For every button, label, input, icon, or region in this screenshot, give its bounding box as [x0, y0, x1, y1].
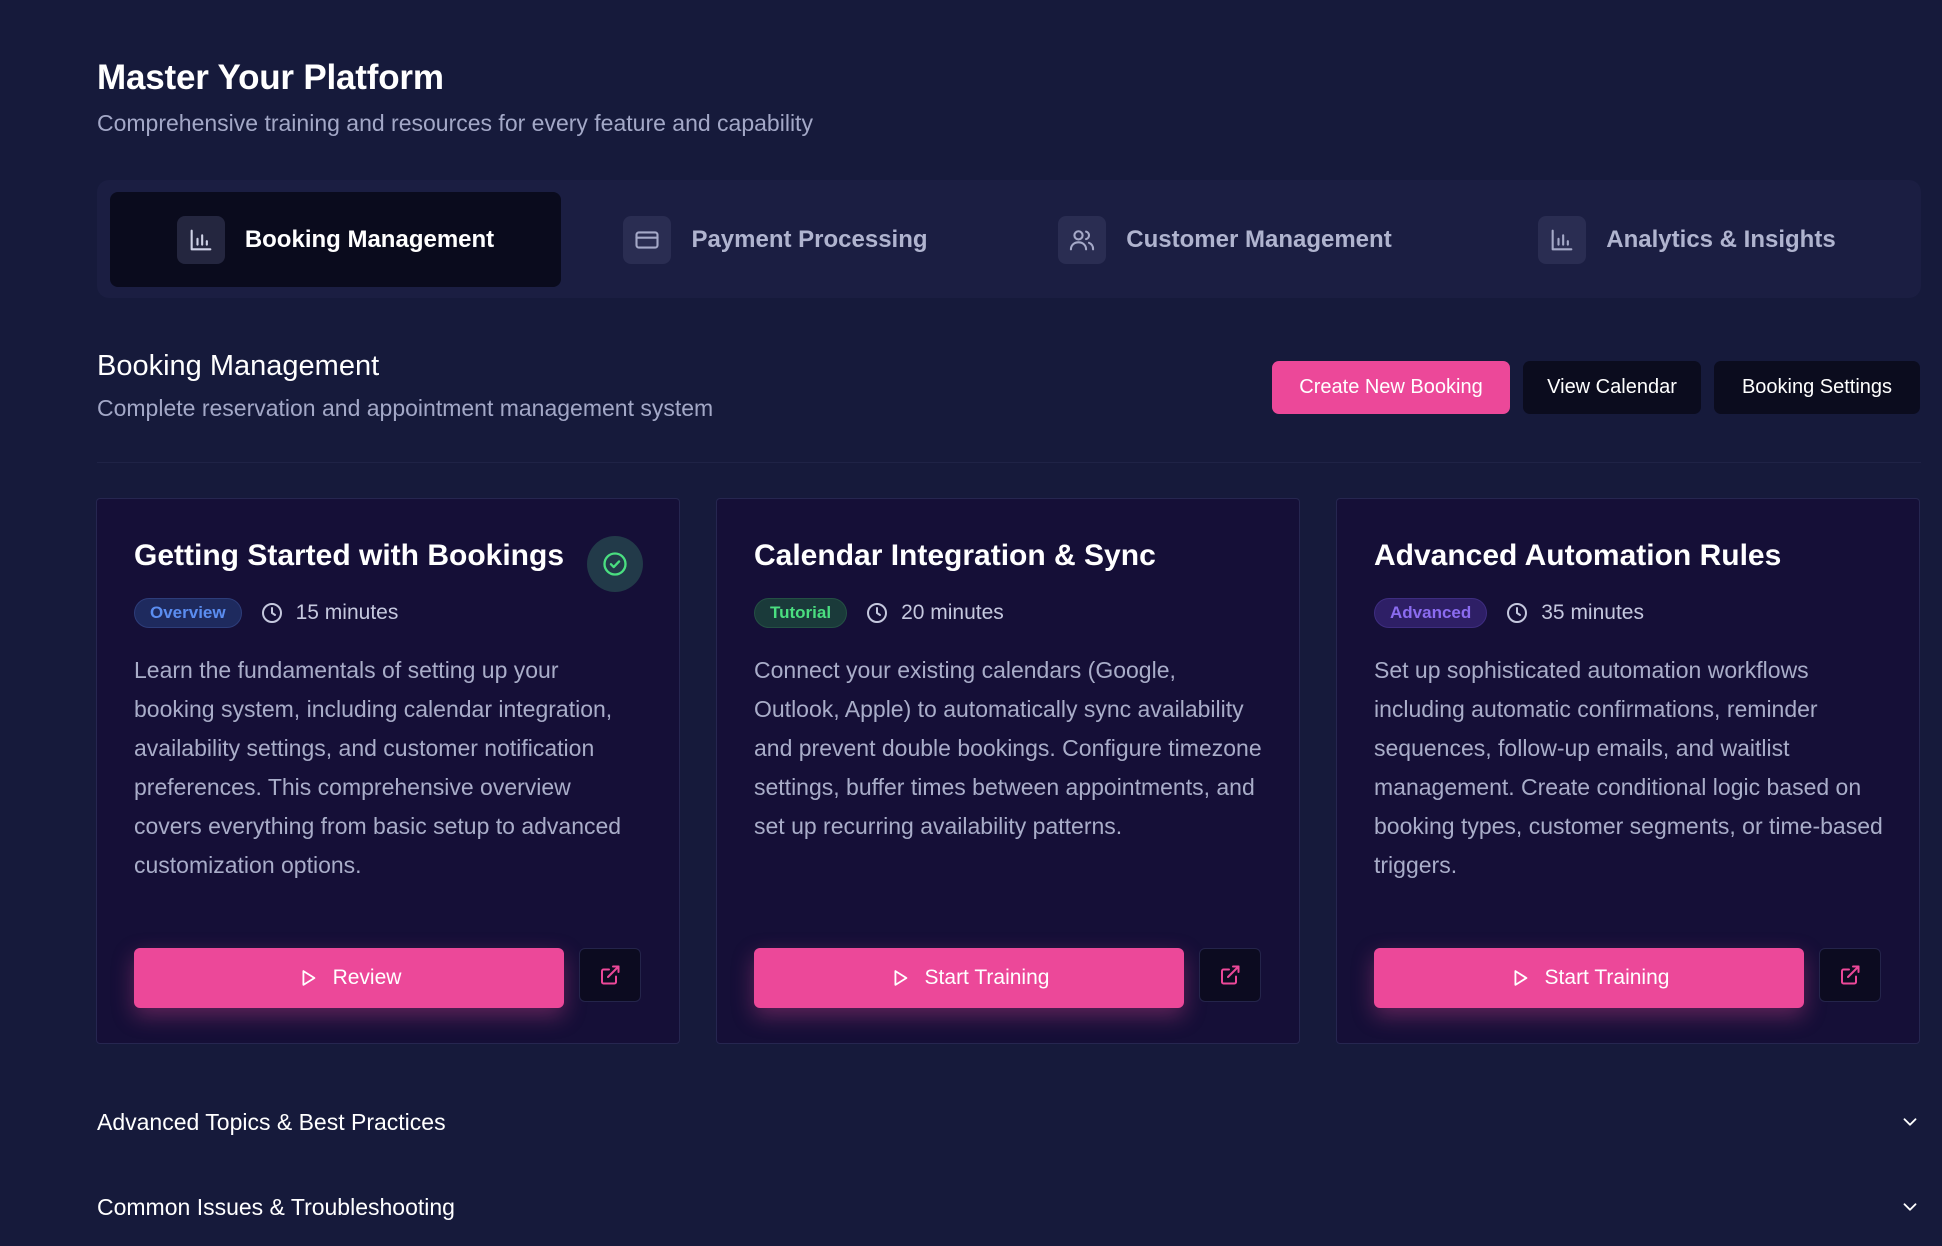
- category-tabs: Booking Management Payment Processing Cu…: [97, 180, 1921, 298]
- page-subtitle: Comprehensive training and resources for…: [97, 110, 813, 136]
- card-description: Learn the fundamentals of setting up you…: [134, 657, 622, 878]
- external-link-icon: [1841, 965, 1860, 985]
- level-badge: Advanced: [1374, 598, 1488, 628]
- duration-label: 20 minutes: [901, 601, 1004, 624]
- tab-customer-management[interactable]: Customer Management: [990, 192, 1460, 287]
- accordion-label: Common Issues & Troubleshooting: [97, 1193, 455, 1220]
- external-link-icon: [1221, 965, 1240, 985]
- clock-icon: [1507, 603, 1528, 623]
- level-badge: Overview: [134, 598, 242, 628]
- tab-analytics-insights[interactable]: Analytics & Insights: [1462, 192, 1912, 287]
- accordion-label: Advanced Topics & Best Practices: [97, 1108, 446, 1135]
- training-card: Calendar Integration & Sync Tutorial 20 …: [716, 498, 1300, 1044]
- accordion-advanced-topics[interactable]: Advanced Topics & Best Practices: [97, 1102, 1921, 1142]
- chevron-down-icon: [1903, 1118, 1917, 1126]
- start-training-button[interactable]: Start Training: [754, 948, 1184, 1008]
- open-external-button[interactable]: [1819, 948, 1881, 1002]
- bar-chart-icon: [1538, 215, 1587, 264]
- card-meta: Overview 15 minutes: [134, 597, 398, 629]
- card-description: Set up sophisticated automation workflow…: [1374, 657, 1883, 878]
- tab-label: Booking Management: [244, 225, 495, 253]
- tab-payment-processing[interactable]: Payment Processing: [563, 192, 988, 287]
- create-new-booking-button[interactable]: Create New Booking: [1272, 361, 1510, 414]
- accordion-troubleshooting[interactable]: Common Issues & Troubleshooting: [97, 1187, 1921, 1227]
- cta-label: Start Training: [1544, 966, 1670, 989]
- training-card: Advanced Automation Rules Advanced 35 mi…: [1336, 498, 1920, 1044]
- review-button[interactable]: Review: [134, 948, 564, 1008]
- card-title: Calendar Integration & Sync: [754, 539, 1156, 572]
- duration: 35 minutes: [1505, 601, 1644, 625]
- users-icon: [1058, 215, 1107, 264]
- duration-label: 15 minutes: [295, 601, 399, 624]
- training-card: Getting Started with Bookings Overview 1…: [96, 498, 680, 1044]
- chevron-down-icon: [1903, 1203, 1917, 1211]
- duration-label: 35 minutes: [1541, 601, 1644, 624]
- tab-booking-management[interactable]: Booking Management: [110, 192, 561, 287]
- cta-label: Start Training: [924, 966, 1050, 989]
- external-link-icon: [601, 965, 620, 985]
- start-training-button[interactable]: Start Training: [1374, 948, 1804, 1008]
- tab-label: Customer Management: [1126, 225, 1392, 253]
- section-title: Booking Management: [97, 350, 380, 382]
- completed-check-icon: [587, 536, 643, 592]
- open-external-button[interactable]: [1199, 948, 1261, 1002]
- duration: 15 minutes: [260, 601, 399, 625]
- card-meta: Tutorial 20 minutes: [754, 597, 1004, 629]
- tab-label: Analytics & Insights: [1606, 225, 1836, 253]
- play-icon: [302, 970, 315, 986]
- section-subtitle: Complete reservation and appointment man…: [97, 395, 714, 421]
- card-meta: Advanced 35 minutes: [1374, 597, 1644, 629]
- tab-label: Payment Processing: [691, 225, 928, 253]
- page: Master Your Platform Comprehensive train…: [0, 0, 1942, 1246]
- clock-icon: [261, 603, 282, 623]
- credit-card-icon: [623, 215, 672, 264]
- card-title: Getting Started with Bookings: [134, 539, 565, 572]
- booking-settings-button[interactable]: Booking Settings: [1714, 361, 1920, 414]
- cta-label: Review: [332, 966, 402, 989]
- view-calendar-button[interactable]: View Calendar: [1523, 361, 1701, 414]
- section-divider: [97, 462, 1921, 463]
- duration: 20 minutes: [865, 601, 1004, 625]
- play-icon: [894, 970, 907, 986]
- page-title: Master Your Platform: [97, 58, 444, 97]
- clock-icon: [867, 603, 888, 623]
- level-badge: Tutorial: [754, 598, 848, 628]
- open-external-button[interactable]: [579, 948, 641, 1002]
- bar-chart-icon: [176, 215, 225, 264]
- play-icon: [1514, 970, 1527, 986]
- card-title: Advanced Automation Rules: [1374, 539, 1782, 572]
- card-description: Connect your existing calendars (Google,…: [754, 657, 1262, 839]
